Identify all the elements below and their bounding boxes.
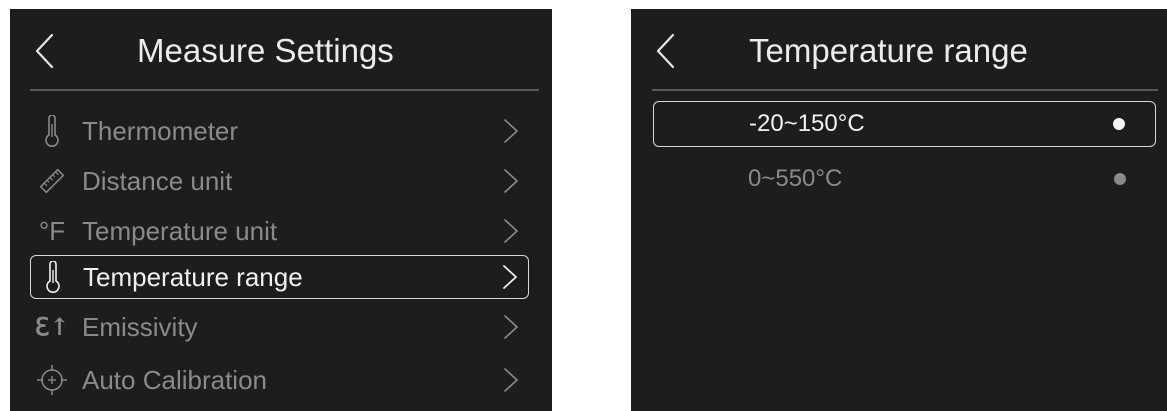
emissivity-icon: ℇ↑ <box>34 312 70 341</box>
range-option[interactable]: -20~150°C <box>653 101 1156 147</box>
menu-item-label: Temperature range <box>83 262 303 292</box>
thermometer-icon <box>37 261 69 293</box>
chevron-right-icon <box>500 264 520 290</box>
header-divider <box>30 89 539 91</box>
header: Temperature range <box>631 9 1167 91</box>
back-button[interactable] <box>28 31 64 71</box>
menu-item-label: Temperature unit <box>82 216 278 246</box>
range-option-label: 0~550°C <box>748 165 843 192</box>
header: Measure Settings <box>10 9 552 91</box>
chevron-right-icon <box>501 168 521 194</box>
menu-item-temperature-range[interactable]: Temperature range <box>30 255 529 299</box>
chevron-right-icon <box>501 218 521 244</box>
chevron-left-icon <box>35 33 54 69</box>
menu-item-label: Distance unit <box>82 166 233 196</box>
menu-item-label: Thermometer <box>82 116 239 146</box>
header-divider <box>652 89 1158 91</box>
fahrenheit-icon: °F <box>38 216 66 246</box>
back-button[interactable] <box>649 31 685 71</box>
chevron-right-icon <box>501 118 521 144</box>
menu-item-label: Auto Calibration <box>82 365 267 395</box>
ruler-icon <box>36 165 68 197</box>
range-option-label: -20~150°C <box>749 110 865 137</box>
chevron-right-icon <box>501 314 521 340</box>
radio-indicator <box>1113 118 1125 130</box>
crosshair-icon <box>36 364 68 396</box>
menu-item-distance-unit[interactable]: Distance unit <box>30 160 529 204</box>
measure-settings-screen: Measure Settings Thermometer Distance un… <box>10 9 552 411</box>
menu-item-thermometer[interactable]: Thermometer <box>30 110 529 154</box>
menu-item-label: Emissivity <box>82 312 198 342</box>
range-option[interactable]: 0~550°C <box>653 157 1156 203</box>
menu-item-emissivity[interactable]: ℇ↑ Emissivity <box>30 306 529 350</box>
chevron-right-icon <box>501 367 521 393</box>
page-title: Measure Settings <box>137 32 394 69</box>
page-title: Temperature range <box>749 32 1028 69</box>
radio-indicator <box>1114 173 1126 185</box>
temperature-range-screen: Temperature range -20~150°C 0~550°C <box>631 9 1167 411</box>
thermometer-icon <box>36 115 68 147</box>
menu-item-temperature-unit[interactable]: °F Temperature unit <box>30 210 529 254</box>
menu-item-auto-calibration[interactable]: Auto Calibration <box>30 359 529 403</box>
chevron-left-icon <box>656 33 675 69</box>
